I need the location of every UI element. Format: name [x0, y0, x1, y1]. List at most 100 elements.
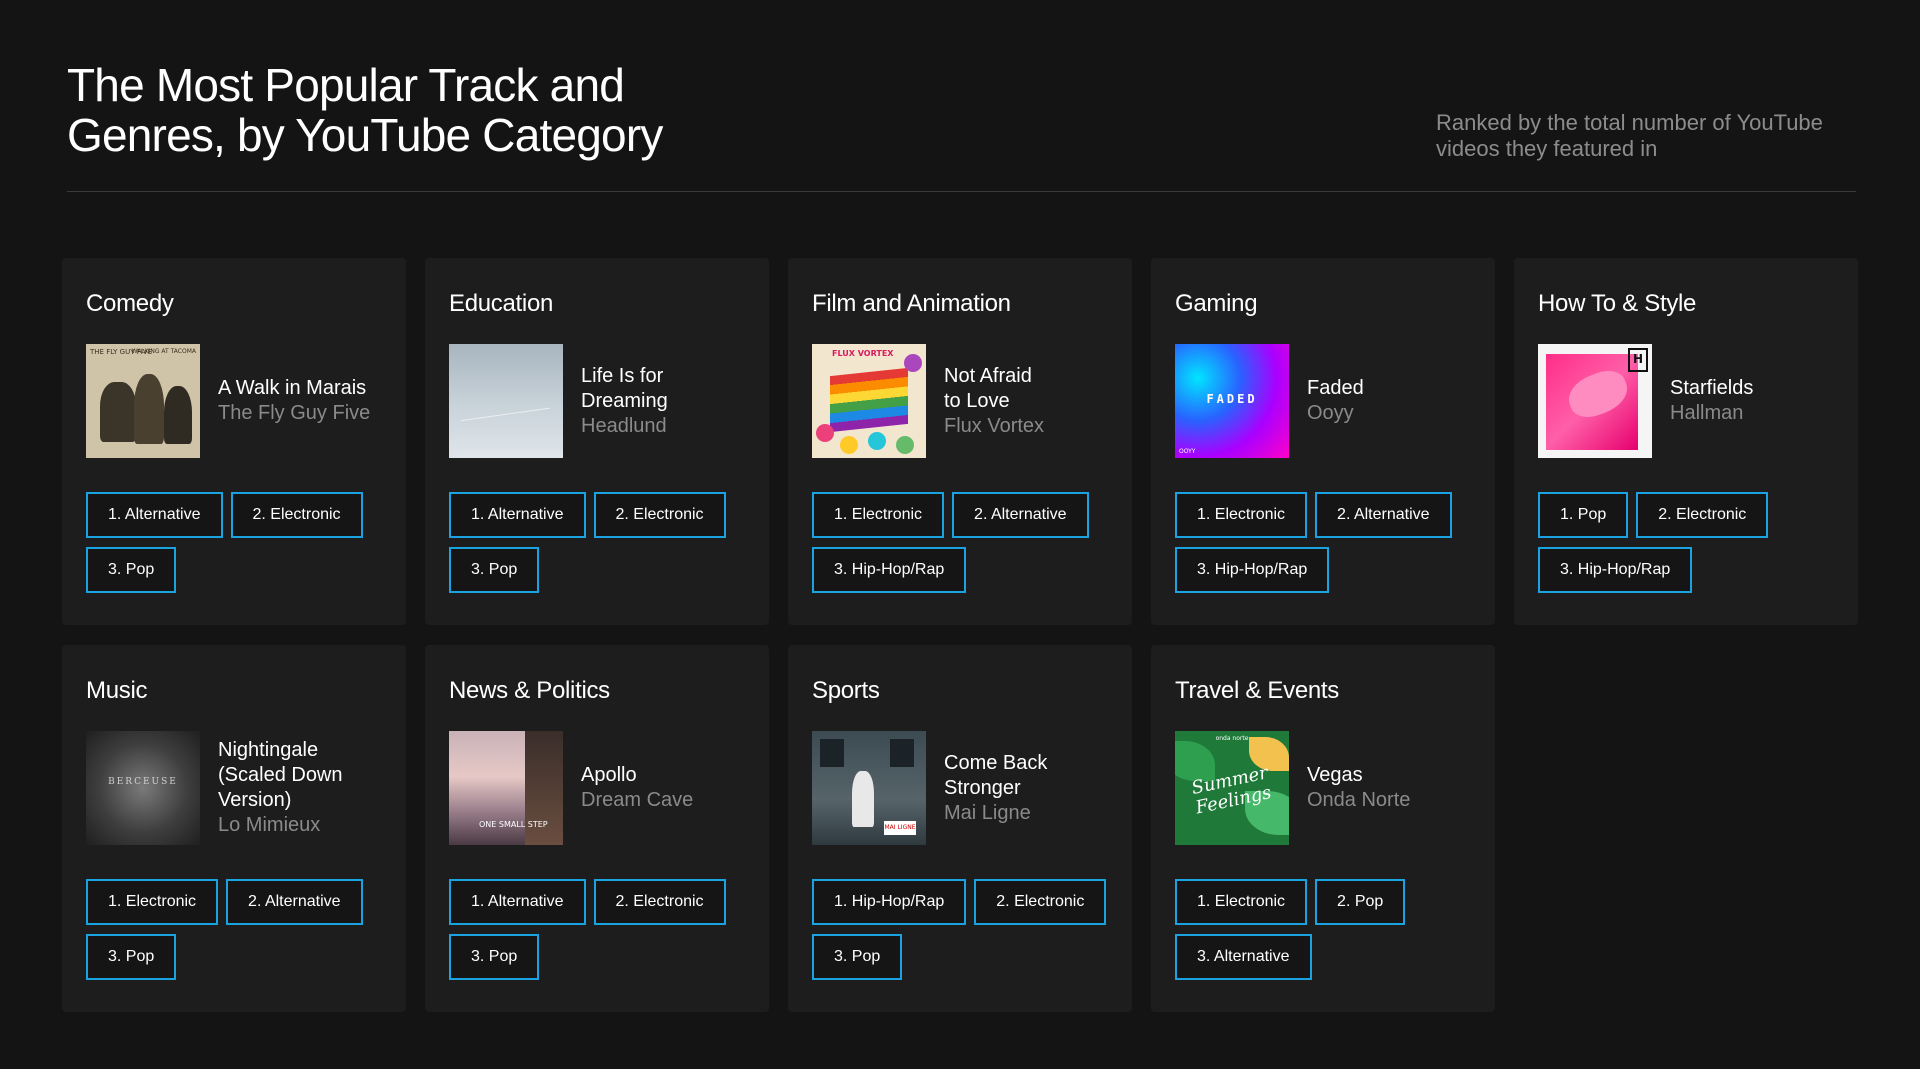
- genre-list: 1. Electronic 2. Alternative 3. Pop: [86, 879, 386, 980]
- category-name: Gaming: [1175, 290, 1258, 317]
- cover-title: BERCEUSE: [108, 777, 178, 787]
- track-artist: Lo Mimieux: [218, 814, 321, 836]
- genre-tag[interactable]: 3. Pop: [449, 547, 540, 593]
- track-title: Come Back Stronger: [944, 751, 1048, 799]
- page-header: The Most Popular Track and Genres, by Yo…: [67, 60, 1856, 192]
- genre-tag[interactable]: 2. Pop: [1315, 879, 1406, 925]
- cover-artist: onda norte: [1215, 735, 1249, 742]
- genre-tag[interactable]: 3. Pop: [86, 934, 177, 980]
- genre-tag[interactable]: 3. Hip-Hop/Rap: [1175, 547, 1330, 593]
- genre-tag[interactable]: 2. Electronic: [593, 879, 726, 925]
- category-name: Music: [86, 677, 148, 704]
- genre-tag[interactable]: 2. Electronic: [593, 492, 726, 538]
- category-card-music: Music BERCEUSE Nightingale (Scaled Down …: [62, 645, 406, 1012]
- album-cover-image[interactable]: THE FLY GUY FIVE WALKING AT TACOMA: [86, 344, 200, 458]
- header-divider: [67, 191, 1856, 192]
- genre-tag[interactable]: 3. Pop: [812, 934, 903, 980]
- category-card-gaming: Gaming FADED OOYY Faded Ooyy 1. Electron…: [1151, 258, 1495, 625]
- category-card-travel-and-events: Travel & Events Summer Feelings onda nor…: [1151, 645, 1495, 1012]
- top-track: Life Is for Dreaming Headlund: [449, 344, 745, 458]
- genre-tag[interactable]: 3. Hip-Hop/Rap: [1538, 547, 1693, 593]
- genre-tag[interactable]: 2. Electronic: [974, 879, 1107, 925]
- category-card-news-and-politics: News & Politics ONE SMALL STEP Apollo Dr…: [425, 645, 769, 1012]
- genre-tag[interactable]: 2. Alternative: [226, 879, 363, 925]
- genre-list: 1. Alternative 2. Electronic 3. Pop: [449, 879, 749, 980]
- track-artist: Ooyy: [1307, 402, 1354, 424]
- track-artist: Onda Norte: [1307, 789, 1411, 811]
- album-cover-image[interactable]: ONE SMALL STEP: [449, 731, 563, 845]
- genre-tag[interactable]: 1. Electronic: [86, 879, 219, 925]
- track-title: Apollo: [581, 764, 637, 786]
- genre-tag[interactable]: 1. Electronic: [812, 492, 945, 538]
- genre-tag[interactable]: 3. Alternative: [1175, 934, 1312, 980]
- category-name: News & Politics: [449, 677, 610, 704]
- genre-tag[interactable]: 3. Pop: [86, 547, 177, 593]
- track-title: Life Is for Dreaming: [581, 364, 668, 412]
- track-info: Nightingale (Scaled Down Version) Lo Mim…: [218, 738, 358, 838]
- cover-title: ONE SMALL STEP: [479, 820, 548, 829]
- genre-tag[interactable]: 2. Alternative: [1315, 492, 1452, 538]
- genre-tag[interactable]: 1. Alternative: [449, 879, 586, 925]
- category-name: Comedy: [86, 290, 174, 317]
- genre-list: 1. Electronic 2. Alternative 3. Hip-Hop/…: [812, 492, 1112, 593]
- genre-tag[interactable]: 3. Hip-Hop/Rap: [812, 547, 967, 593]
- top-track: FADED OOYY Faded Ooyy: [1175, 344, 1471, 458]
- album-cover-image[interactable]: MAI LIGNE: [812, 731, 926, 845]
- category-name: Education: [449, 290, 554, 317]
- cover-logo-icon: H: [1628, 348, 1648, 372]
- page-subtitle-line-1: Ranked by the total number of YouTube: [1436, 110, 1823, 135]
- album-cover-image[interactable]: Summer Feelings onda norte: [1175, 731, 1289, 845]
- track-info: Life Is for Dreaming Headlund: [581, 364, 745, 439]
- genre-tag[interactable]: 1. Electronic: [1175, 492, 1308, 538]
- track-title: Faded: [1307, 377, 1364, 399]
- page-title: The Most Popular Track and Genres, by Yo…: [67, 60, 767, 160]
- top-track: ONE SMALL STEP Apollo Dream Cave: [449, 731, 745, 845]
- track-info: Faded Ooyy: [1307, 376, 1364, 426]
- track-artist: Hallman: [1670, 402, 1744, 424]
- genre-tag[interactable]: 2. Electronic: [1636, 492, 1769, 538]
- genre-tag[interactable]: 1. Alternative: [86, 492, 223, 538]
- top-track: H Starfields Hallman: [1538, 344, 1834, 458]
- album-cover-image[interactable]: [449, 344, 563, 458]
- album-cover-image[interactable]: FLUX VORTEX: [812, 344, 926, 458]
- track-title: Starfields: [1670, 377, 1754, 399]
- genre-list: 1. Alternative 2. Electronic 3. Pop: [449, 492, 749, 593]
- top-track: BERCEUSE Nightingale (Scaled Down Versio…: [86, 731, 382, 845]
- cover-title: FADED: [1206, 392, 1258, 406]
- genre-tag[interactable]: 1. Pop: [1538, 492, 1629, 538]
- album-cover-image[interactable]: BERCEUSE: [86, 731, 200, 845]
- genre-tag[interactable]: 1. Electronic: [1175, 879, 1308, 925]
- genre-tag[interactable]: 1. Hip-Hop/Rap: [812, 879, 967, 925]
- cover-artist: MAI LIGNE: [884, 821, 916, 835]
- cover-album-name: WALKING AT TACOMA: [131, 348, 196, 355]
- category-grid: Comedy THE FLY GUY FIVE WALKING AT TACOM…: [62, 258, 1858, 1012]
- genre-tag[interactable]: 1. Alternative: [449, 492, 586, 538]
- cover-artist: OOYY: [1179, 448, 1196, 455]
- top-track: MAI LIGNE Come Back Stronger Mai Ligne: [812, 731, 1108, 845]
- page-subtitle-line-2: videos they featured in: [1436, 136, 1658, 161]
- top-track: THE FLY GUY FIVE WALKING AT TACOMA A Wal…: [86, 344, 382, 458]
- album-cover-image[interactable]: H: [1538, 344, 1652, 458]
- cover-artist-name: FLUX VORTEX: [832, 349, 894, 358]
- genre-tag[interactable]: 2. Electronic: [230, 492, 363, 538]
- track-artist: Dream Cave: [581, 789, 694, 811]
- track-info: Vegas Onda Norte: [1307, 763, 1410, 813]
- track-artist: Flux Vortex: [944, 414, 1045, 437]
- category-name: Travel & Events: [1175, 677, 1340, 704]
- category-card-education: Education Life Is for Dreaming Headlund …: [425, 258, 769, 625]
- category-card-sports: Sports MAI LIGNE Come Back Stronger Mai …: [788, 645, 1132, 1012]
- track-artist: Mai Ligne: [944, 801, 1031, 824]
- genre-list: 1. Electronic 2. Alternative 3. Hip-Hop/…: [1175, 492, 1475, 593]
- category-name: How To & Style: [1538, 290, 1697, 317]
- top-track: FLUX VORTEX Not Afraid to Love Flux Vort…: [812, 344, 1108, 458]
- category-name: Sports: [812, 677, 880, 704]
- album-cover-image[interactable]: FADED OOYY: [1175, 344, 1289, 458]
- genre-tag[interactable]: 2. Alternative: [952, 492, 1089, 538]
- genre-list: 1. Hip-Hop/Rap 2. Electronic 3. Pop: [812, 879, 1112, 980]
- category-card-how-to-and-style: How To & Style H Starfields Hallman 1. P…: [1514, 258, 1858, 625]
- genre-tag[interactable]: 3. Pop: [449, 934, 540, 980]
- page-title-line-1: The Most Popular Track and: [67, 59, 625, 111]
- track-info: Apollo Dream Cave: [581, 763, 693, 813]
- genre-list: 1. Pop 2. Electronic 3. Hip-Hop/Rap: [1538, 492, 1838, 593]
- track-info: Come Back Stronger Mai Ligne: [944, 751, 1064, 826]
